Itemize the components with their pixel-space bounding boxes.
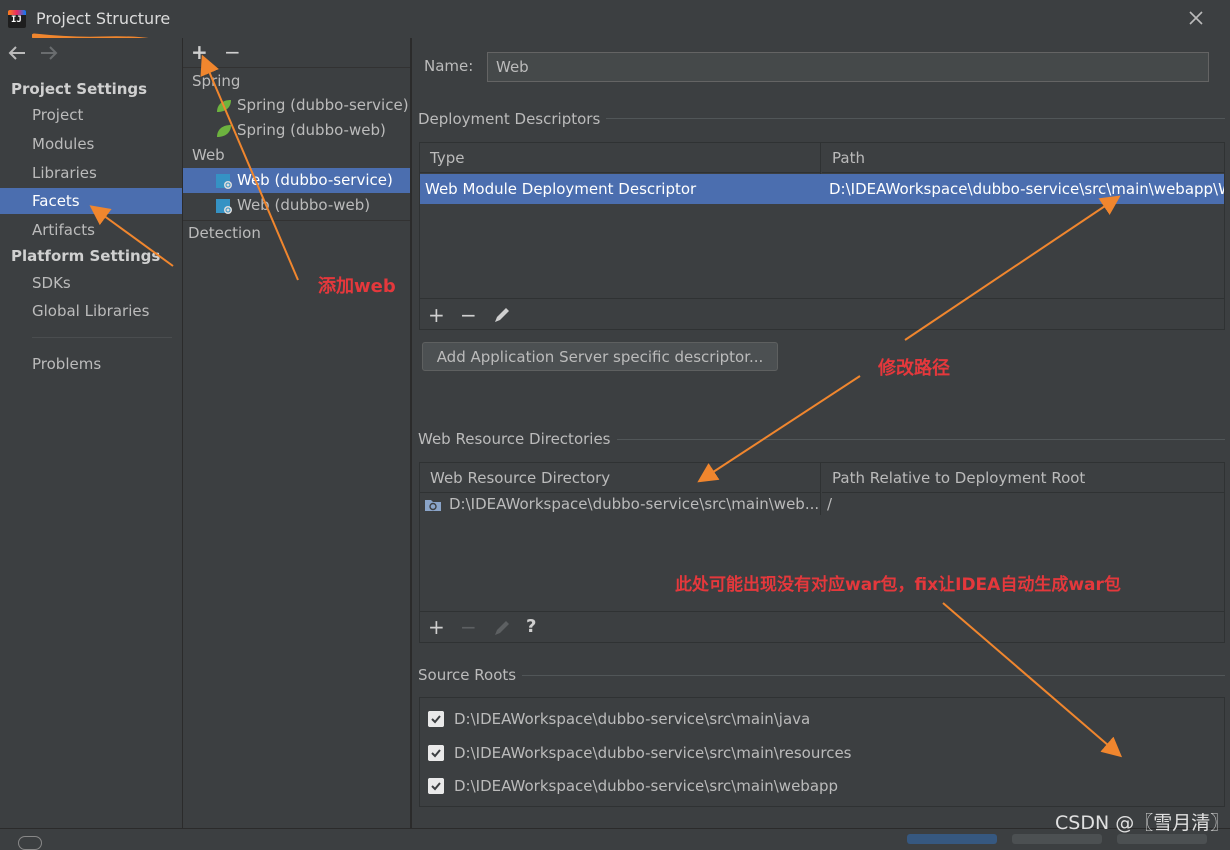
arrow-to-add-button: [200, 54, 299, 281]
annotation-arrows-overlay: [89, 54, 1123, 758]
arrow-to-facets: [89, 205, 174, 267]
annotation-add-web: 添加web: [318, 276, 396, 297]
csdn-watermark: CSDN @〖雪月清〗: [1055, 812, 1230, 834]
annotation-war-note: 此处可能出现没有对应war包，fix让IDEA自动生成war包: [675, 575, 1121, 595]
arrow-to-descriptor-path: [904, 195, 1121, 341]
arrow-to-bottom-right: [942, 602, 1123, 758]
arrow-to-web-resource-directory: [697, 375, 861, 483]
annotation-modify-path: 修改路径: [878, 358, 950, 379]
